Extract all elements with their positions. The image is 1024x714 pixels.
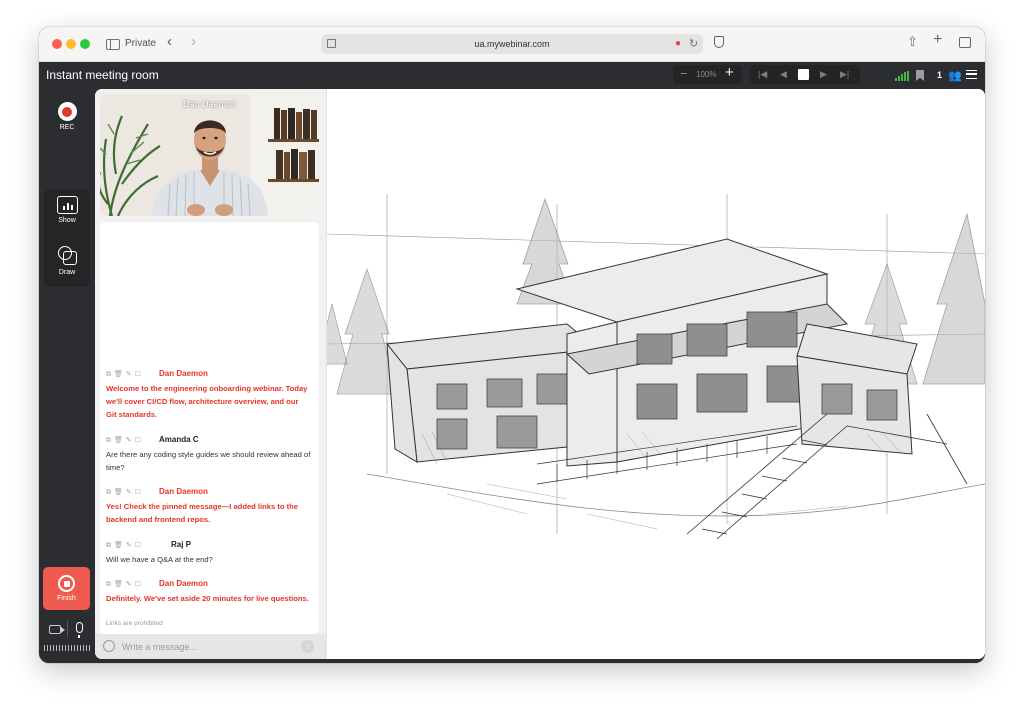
record-icon [57,102,77,121]
chat-message: ⧉🗑✎☐ Dan Daemon Definitely. We've set as… [106,578,311,605]
chat-message: ⧉🗑✎☐ Dan Daemon Yes! Check the pinned me… [106,486,311,526]
slide-pager: |◀ ◀ ▶ ▶| [750,65,860,84]
message-author: Raj P [171,540,192,549]
finish-label: Finish [57,595,76,602]
side-column: Dan Daemon ⧉🗑✎☐ Dan Daemon Welcome to th… [95,89,326,659]
draw-label: Draw [58,269,76,276]
microphone-in-use-icon[interactable]: ● [675,38,681,49]
current-slide-indicator [798,69,809,80]
message-author: Dan Daemon [159,579,208,588]
record-button[interactable]: REC [53,102,81,136]
chat-composer: ↑ [95,634,326,659]
chat-panel: ⧉🗑✎☐ Dan Daemon Welcome to the engineeri… [100,222,319,634]
hamburger-menu-icon[interactable] [966,70,977,79]
reload-icon[interactable]: ↻ [689,37,698,50]
message-text: Will we have a Q&A at the end? [106,555,213,564]
forward-arrow-icon[interactable]: › [191,34,196,49]
back-arrow-icon[interactable]: ‹ [167,34,172,49]
message-author: Amanda C [159,435,199,444]
last-slide-icon[interactable]: ▶| [840,69,849,80]
message-actions-icons[interactable]: ⧉🗑✎☐ [106,488,144,497]
address-bar[interactable]: ua.mywebinar.com ● ↻ [321,34,703,54]
message-text: Welcome to the engineering onboarding we… [106,384,308,419]
links-prohibited-note: Links are prohibited [106,620,163,627]
message-text: Yes! Check the pinned message—I added li… [106,502,299,524]
meeting-content: Dan Daemon ⧉🗑✎☐ Dan Daemon Welcome to th… [95,88,985,663]
content-inner: Dan Daemon ⧉🗑✎☐ Dan Daemon Welcome to th… [95,89,985,659]
message-actions-icons[interactable]: ⧉🗑✎☐ [106,436,144,445]
tab-overview-icon[interactable] [959,37,971,48]
message-actions-icons[interactable]: ⧉🗑✎☐ [106,370,144,379]
message-text: Definitely. We've set aside 20 minutes f… [106,594,309,603]
microphone-icon[interactable] [76,622,83,638]
speaker-video[interactable]: Dan Daemon [100,94,319,216]
send-icon[interactable]: ↑ [301,640,314,653]
chat-message: ⧉🗑✎☐ Amanda C Are there any coding style… [106,434,311,474]
browser-window: Private ‹ › ua.mywebinar.com ● ↻ ⇧ + Ins… [39,27,985,663]
message-input[interactable] [122,640,292,654]
camera-icon[interactable] [49,625,65,634]
zoom-level: 100% [696,70,717,79]
new-tab-icon[interactable]: + [933,32,942,48]
browser-toolbar: Private ‹ › ua.mywebinar.com ● ↻ ⇧ + [39,27,985,62]
minimize-window-button[interactable] [66,39,76,49]
close-window-button[interactable] [52,39,62,49]
sidebar-toggle-icon[interactable] [106,39,120,50]
message-author: Dan Daemon [159,487,208,496]
message-actions-icons[interactable]: ⧉🗑✎☐ [106,541,144,550]
zoom-controls: − 100% + [673,64,742,84]
audio-level-meter [44,645,90,651]
previous-slide-icon[interactable]: ◀ [780,69,787,80]
tool-panel: Show Draw [44,189,90,287]
url-text: ua.mywebinar.com [474,39,550,49]
house-sketch-image [327,194,985,540]
show-label: Show [58,217,76,224]
meeting-header: Instant meeting room − 100% + |◀ ◀ ▶ ▶| … [39,62,985,88]
chat-message: ⧉🗑✎☐ Dan Daemon Welcome to the engineeri… [106,368,311,421]
participants-icon[interactable]: 👥 [948,69,962,82]
finish-button[interactable]: Finish [43,567,90,610]
message-actions-icons[interactable]: ⧉🗑✎☐ [106,580,144,589]
rail-divider [67,621,68,637]
shapes-icon [56,244,78,266]
left-rail: REC Show Draw Finish [39,88,95,663]
connection-signal-icon [895,71,909,81]
room-title: Instant meeting room [46,68,159,82]
stop-icon [58,575,75,592]
zoom-in-button[interactable]: + [725,64,734,81]
share-icon[interactable]: ⇧ [907,35,918,49]
show-button[interactable]: Show [44,189,90,236]
draw-button[interactable]: Draw [44,238,90,285]
privacy-shield-icon[interactable] [714,36,724,48]
speaker-video-frame [100,94,319,216]
next-slide-icon[interactable]: ▶ [820,69,827,80]
record-label: REC [59,124,75,131]
private-label: Private [125,38,157,49]
bookmark-icon[interactable] [916,70,924,81]
zoom-window-button[interactable] [80,39,90,49]
message-author: Dan Daemon [159,369,208,378]
message-text: Are there any coding style guides we sho… [106,450,311,472]
first-slide-icon[interactable]: |◀ [758,69,767,80]
speaker-name: Dan Daemon [182,99,237,109]
presentation-icon [56,196,78,214]
presentation-board[interactable] [327,89,985,659]
chat-message: ⧉🗑✎☐ Raj P Will we have a Q&A at the end… [106,539,311,566]
zoom-out-button[interactable]: − [680,66,688,81]
participants-count: 1 [937,70,943,80]
emoji-icon[interactable] [103,640,115,652]
